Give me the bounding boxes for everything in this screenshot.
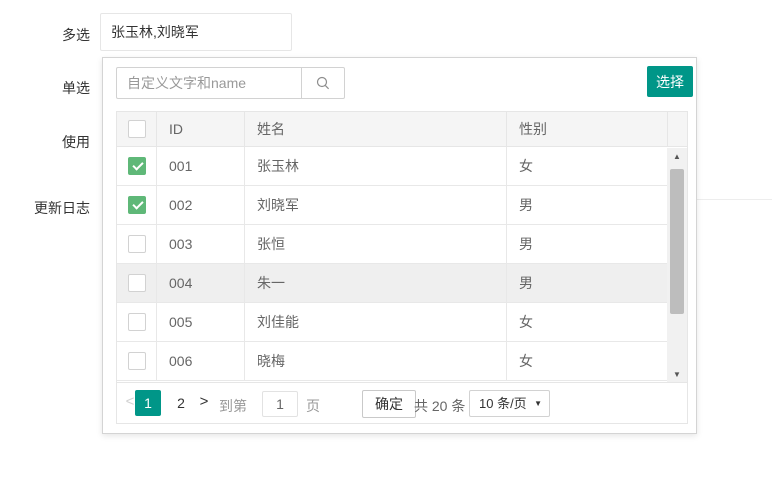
confirm-button[interactable]: 确定 bbox=[362, 390, 416, 418]
table-body: 001 张玉林 女 002 刘晓军 男 003 张恒 男 bbox=[117, 147, 667, 382]
scroll-down-icon[interactable]: ▼ bbox=[667, 368, 687, 382]
select-picker-panel: 选择 ID 姓名 性别 001 张玉林 女 bbox=[102, 57, 697, 434]
page-size-value: 10 条/页 bbox=[479, 396, 527, 411]
cell-id: 002 bbox=[157, 186, 245, 224]
cell-id: 005 bbox=[157, 303, 245, 341]
search-icon bbox=[315, 75, 331, 91]
form-label-usage: 使用 bbox=[8, 132, 90, 152]
page: 多选 单选 使用 更新日志 选择 ID 姓名 性别 bbox=[0, 0, 772, 488]
cell-name: 刘晓军 bbox=[245, 186, 507, 224]
column-header-id: ID bbox=[157, 112, 245, 146]
pagination-bar: < 1 2 > 到第 页 确定 共 20 条 10 条/页 ▼ bbox=[117, 382, 687, 423]
column-header-name: 姓名 bbox=[245, 112, 507, 146]
column-header-spacer bbox=[668, 112, 687, 146]
search-button[interactable] bbox=[301, 67, 345, 99]
goto-unit-label: 页 bbox=[306, 396, 320, 416]
cell-gender: 女 bbox=[507, 147, 667, 185]
goto-label: 到第 bbox=[219, 396, 247, 416]
scroll-up-icon[interactable]: ▲ bbox=[667, 150, 687, 164]
cell-name: 张玉林 bbox=[245, 147, 507, 185]
cell-name: 张恒 bbox=[245, 225, 507, 263]
row-checkbox[interactable] bbox=[128, 313, 146, 331]
cell-name: 朱一 bbox=[245, 264, 507, 302]
form-label-multi-select: 多选 bbox=[8, 25, 90, 45]
cell-id: 003 bbox=[157, 225, 245, 263]
page-size-select[interactable]: 10 条/页 ▼ bbox=[469, 390, 550, 417]
search-input[interactable] bbox=[116, 67, 302, 99]
table-header-row: ID 姓名 性别 bbox=[117, 112, 687, 147]
row-checkbox[interactable] bbox=[128, 196, 146, 214]
cell-name: 刘佳能 bbox=[245, 303, 507, 341]
table-row[interactable]: 002 刘晓军 男 bbox=[117, 186, 667, 225]
cell-id: 001 bbox=[157, 147, 245, 185]
row-checkbox[interactable] bbox=[128, 157, 146, 175]
table-row[interactable]: 003 张恒 男 bbox=[117, 225, 667, 264]
form-label-single-select: 单选 bbox=[8, 78, 90, 98]
row-checkbox[interactable] bbox=[128, 235, 146, 253]
cell-gender: 女 bbox=[507, 303, 667, 341]
vertical-scrollbar[interactable]: ▲ ▼ bbox=[667, 148, 687, 384]
table-row[interactable]: 005 刘佳能 女 bbox=[117, 303, 667, 342]
cell-gender: 男 bbox=[507, 264, 667, 302]
data-table: ID 姓名 性别 001 张玉林 女 002 刘晓军 男 bbox=[116, 111, 688, 424]
dropdown-arrow-icon: ▼ bbox=[534, 391, 542, 416]
table-row[interactable]: 001 张玉林 女 bbox=[117, 147, 667, 186]
next-page-icon[interactable]: > bbox=[195, 393, 213, 410]
total-count-label: 共 20 条 bbox=[414, 396, 465, 416]
cell-id: 006 bbox=[157, 342, 245, 380]
multi-select-input[interactable] bbox=[100, 13, 292, 51]
choose-button[interactable]: 选择 bbox=[647, 66, 693, 97]
form-label-changelog: 更新日志 bbox=[8, 198, 90, 218]
page-button-2[interactable]: 2 bbox=[168, 390, 194, 416]
cell-gender: 男 bbox=[507, 186, 667, 224]
row-checkbox[interactable] bbox=[128, 352, 146, 370]
background-divider bbox=[697, 199, 772, 200]
goto-page-input[interactable] bbox=[262, 391, 298, 417]
cell-id: 004 bbox=[157, 264, 245, 302]
table-row[interactable]: 004 朱一 男 bbox=[117, 264, 667, 303]
page-button-1[interactable]: 1 bbox=[135, 390, 161, 416]
cell-gender: 女 bbox=[507, 342, 667, 380]
cell-name: 晓梅 bbox=[245, 342, 507, 380]
cell-gender: 男 bbox=[507, 225, 667, 263]
row-checkbox[interactable] bbox=[128, 274, 146, 292]
select-all-checkbox[interactable] bbox=[128, 120, 146, 138]
scrollbar-thumb[interactable] bbox=[670, 169, 684, 314]
table-row[interactable]: 006 晓梅 女 bbox=[117, 342, 667, 381]
column-header-gender: 性别 bbox=[507, 112, 668, 146]
